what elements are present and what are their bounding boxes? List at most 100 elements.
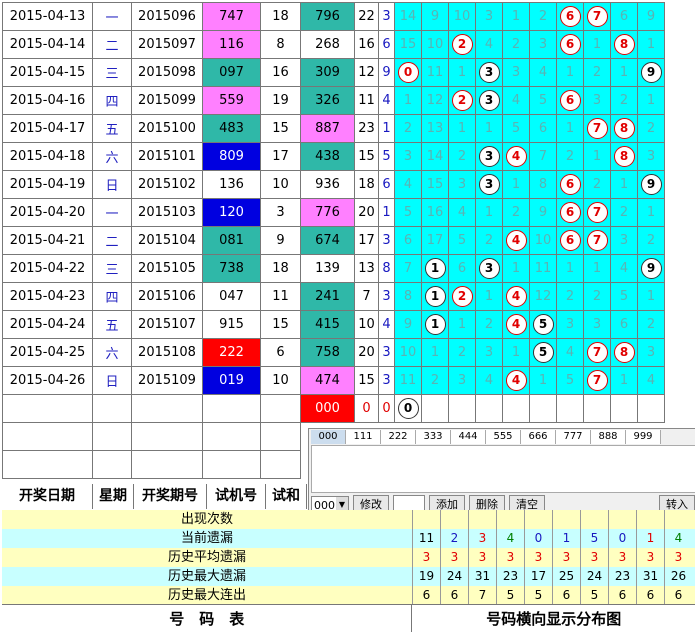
span-value: 13 xyxy=(354,254,379,283)
summary-row: 000 0 0 0 xyxy=(2,394,665,423)
stat-value xyxy=(552,510,580,529)
tab-999[interactable]: 999 xyxy=(626,430,661,444)
stat-value: 19 xyxy=(412,567,440,586)
stat-value: 3 xyxy=(608,548,636,567)
tab-777[interactable]: 777 xyxy=(556,430,591,444)
distribution-cell: 2 xyxy=(502,30,530,59)
distribution-cell: 1 xyxy=(556,114,584,143)
hit-ball: 6 xyxy=(559,6,581,27)
distribution-cell: 3 xyxy=(448,366,476,395)
stat-values: 19 24 31 23 17 25 24 23 31 26 xyxy=(412,567,692,586)
distribution-cell: 1 xyxy=(448,114,476,143)
distribution-cell: 5 xyxy=(502,114,530,143)
distribution-cell: 7 xyxy=(583,198,611,227)
distribution-cell: 9 xyxy=(394,310,422,339)
stat-value: 23 xyxy=(608,567,636,586)
empty-cell xyxy=(260,394,301,423)
span-value: 7 xyxy=(354,282,379,311)
tab-666[interactable]: 666 xyxy=(521,430,556,444)
tab-000[interactable]: 000 xyxy=(311,430,346,444)
distribution-cell: 6 xyxy=(556,2,584,31)
tab-888[interactable]: 888 xyxy=(591,430,626,444)
stat-value: 5 xyxy=(496,586,524,605)
distribution-cell: 1 xyxy=(502,170,530,199)
distribution-cell: 2 xyxy=(475,226,503,255)
test-number: 483 xyxy=(202,114,261,143)
distribution-cell: 3 xyxy=(556,310,584,339)
test-number: 120 xyxy=(202,198,261,227)
test-number: 019 xyxy=(202,366,261,395)
stat-value: 5 xyxy=(580,586,608,605)
stat-value: 11 xyxy=(412,529,440,548)
distribution-cell: 1 xyxy=(556,58,584,87)
distribution-cell: 3 xyxy=(475,170,503,199)
hit-ball: 6 xyxy=(559,90,581,111)
header-date: 开奖日期 xyxy=(2,484,93,509)
distribution-cell: 6 xyxy=(556,198,584,227)
distribution-cell: 4 xyxy=(502,282,530,311)
distribution-cell: 10 xyxy=(448,2,476,31)
tab-111[interactable]: 111 xyxy=(346,430,381,444)
tab-222[interactable]: 222 xyxy=(381,430,416,444)
stat-label: 历史最大遗漏 xyxy=(167,569,246,584)
summary-ball: 0 xyxy=(397,398,419,419)
distribution-cell: 3 xyxy=(475,254,503,283)
summary-ac: 0 xyxy=(378,394,395,423)
distribution-cell: 3 xyxy=(475,86,503,115)
ac-value: 4 xyxy=(378,86,395,115)
distribution-cell: 12 xyxy=(529,282,557,311)
test-sum: 11 xyxy=(260,282,301,311)
tab-444[interactable]: 444 xyxy=(451,430,486,444)
distribution-cell: 9 xyxy=(637,170,665,199)
empty-cell xyxy=(202,450,261,479)
hit-ball: 7 xyxy=(586,118,608,139)
stat-row: 历史最大遗漏 19 24 31 23 17 25 24 23 31 26 xyxy=(2,567,695,586)
table-row: 2015-04-20 一 2015103 120 3 776 20 1 5 16 4 1 2 9 6 7 2 1 xyxy=(2,198,665,227)
draw-number: 758 xyxy=(300,338,355,367)
hit-ball: 3 xyxy=(478,90,500,111)
distribution-cell: 2 xyxy=(637,226,665,255)
test-sum: 19 xyxy=(260,86,301,115)
ac-value: 4 xyxy=(378,310,395,339)
summary-dist-cell xyxy=(556,394,584,423)
distribution-cell: 1 xyxy=(475,282,503,311)
distribution-cell: 16 xyxy=(421,198,449,227)
issue-number: 2015098 xyxy=(131,58,203,87)
tab-555[interactable]: 555 xyxy=(486,430,521,444)
stat-value: 5 xyxy=(524,586,552,605)
tab-333[interactable]: 333 xyxy=(416,430,451,444)
stat-value: 6 xyxy=(440,586,468,605)
weekday: 四 xyxy=(92,86,132,115)
distribution-cell: 1 xyxy=(637,282,665,311)
draw-date: 2015-04-25 xyxy=(2,338,93,367)
distribution-cell: 7 xyxy=(529,142,557,171)
summary-dist-cell xyxy=(529,394,557,423)
distribution-cell: 1 xyxy=(502,254,530,283)
stat-row: 当前遗漏 11 2 3 4 0 1 5 0 1 4 xyxy=(2,529,695,548)
weekday: 三 xyxy=(92,254,132,283)
table-row: 2015-04-25 六 2015108 222 6 758 20 3 10 1 2 3 1 5 4 7 8 3 xyxy=(2,338,665,367)
distribution-cell: 10 xyxy=(394,338,422,367)
hit-ball: 4 xyxy=(505,370,527,391)
test-sum: 18 xyxy=(260,2,301,31)
span-value: 20 xyxy=(354,198,379,227)
span-value: 23 xyxy=(354,114,379,143)
distribution-cell: 6 xyxy=(556,30,584,59)
distribution-cell: 4 xyxy=(394,170,422,199)
distribution-cell: 9 xyxy=(421,2,449,31)
draw-date: 2015-04-26 xyxy=(2,366,93,395)
distribution-cell: 2 xyxy=(583,282,611,311)
test-sum: 10 xyxy=(260,366,301,395)
column-header-row: 开奖日期 星期 开奖期号 试机号 试和 xyxy=(2,484,307,509)
test-sum: 18 xyxy=(260,254,301,283)
span-value: 15 xyxy=(354,366,379,395)
distribution-cell: 2 xyxy=(475,310,503,339)
table-row: 2015-04-23 四 2015106 047 11 241 7 3 8 1 2 1 4 12 2 2 5 1 xyxy=(2,282,665,311)
ac-value: 8 xyxy=(378,254,395,283)
summary-dist-cell xyxy=(637,394,665,423)
stat-value: 3 xyxy=(440,548,468,567)
hit-ball: 8 xyxy=(613,34,635,55)
distribution-cell: 5 xyxy=(448,226,476,255)
distribution-cell: 1 xyxy=(556,254,584,283)
distribution-cell: 4 xyxy=(502,86,530,115)
